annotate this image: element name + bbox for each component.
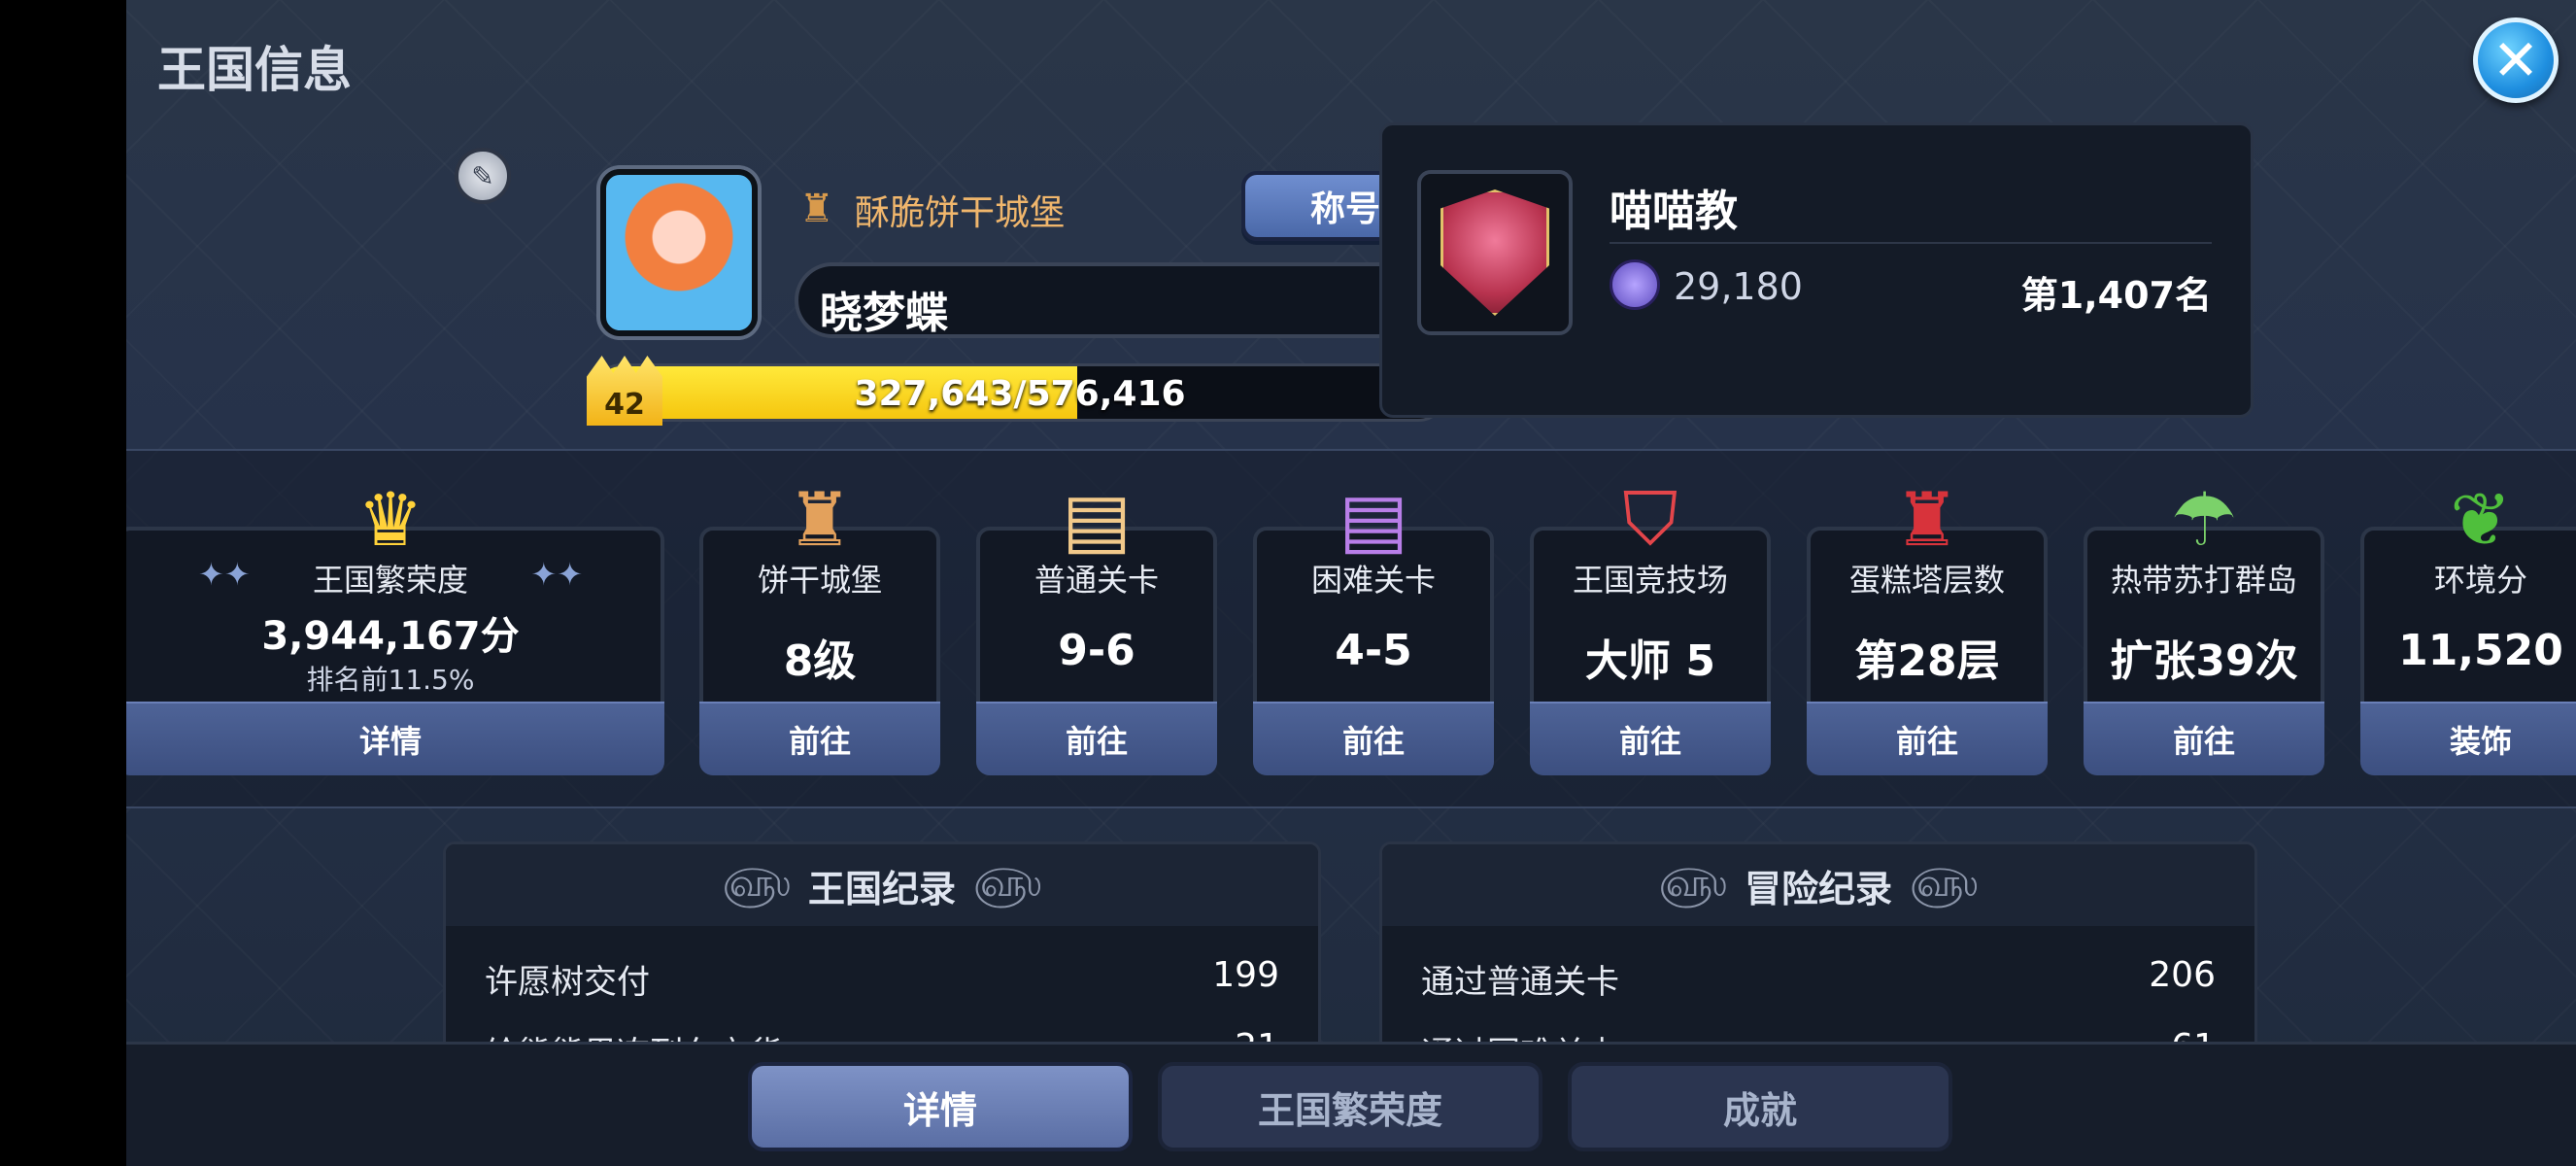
go-button[interactable]: 前往 [1807, 702, 2048, 775]
swirl-icon: ௵ [722, 860, 791, 906]
stat-value: 9-6 [1058, 626, 1135, 675]
stat-card-prosperity: ♛ ✦✦ ✦✦ 王国繁荣度 3,944,167分 排名前11.5% 详情 [126, 476, 664, 775]
record-value: 199 [1212, 955, 1279, 995]
divider [1610, 242, 2212, 244]
player-name-field: 晓梦蝶 ✎ [795, 262, 1447, 338]
stat-title: 普通关卡 [1034, 562, 1159, 599]
stat-value: 8级 [783, 636, 857, 686]
close-button[interactable]: ✕ [2473, 17, 2559, 103]
bottom-tab-bar: 详情 王国繁荣度 成就 [126, 1042, 2576, 1166]
guild-points-icon [1610, 259, 1660, 310]
prosperity-details-button[interactable]: 详情 [126, 702, 664, 775]
record-header: ௵ 冒险纪录 ௵ [1382, 844, 2254, 926]
record-row: 通过普通关卡 206 [1421, 955, 2216, 1004]
go-button[interactable]: 前往 [1530, 702, 1771, 775]
exp-text: 327,643/576,416 [854, 374, 1186, 414]
stat-card-environment: ❦ 环境分 11,520 装饰 [2360, 476, 2576, 775]
record-label: 通过普通关卡 [1421, 963, 1619, 1002]
stat-card-hard-stage: ▤ 困难关卡 4-5 前往 [1253, 476, 1494, 775]
map-icon: ▤ [1062, 475, 1132, 563]
guild-shield-icon [1441, 189, 1549, 316]
stat-title: 王国竞技场 [1572, 562, 1728, 599]
record-header: ௵ 王国纪录 ௵ [446, 844, 1318, 926]
tab-prosperity[interactable]: 王国繁荣度 [1158, 1062, 1542, 1151]
tab-details[interactable]: 详情 [748, 1062, 1133, 1151]
stat-title: 饼干城堡 [757, 562, 882, 599]
kingdom-record-panel: ௵ 王国纪录 ௵ 许愿树交付 199 给熊熊果冻列车交货 21 [443, 841, 1321, 1075]
crown-icon: ♛ [356, 475, 424, 563]
adventure-record-panel: ௵ 冒险纪录 ௵ 通过普通关卡 206 通过困难关卡 61 [1379, 841, 2257, 1075]
stat-value: 第28层 [1854, 636, 2000, 686]
island-icon: ☂ [2170, 475, 2238, 563]
go-button[interactable]: 前往 [976, 702, 1217, 775]
stat-card-tropical-islands: ☂ 热带苏打群岛 扩张39次 前往 [2084, 476, 2324, 775]
record-title: 王国纪录 [807, 867, 956, 910]
castle-name: 酥脆饼干城堡 [855, 193, 1066, 233]
shield-icon: ⛉ [1622, 474, 1678, 562]
record-title: 冒险纪录 [1744, 867, 1892, 910]
guild-panel[interactable]: 喵喵教 29,180 第1,407名 [1379, 122, 2254, 418]
pencil-icon: ✎ [471, 159, 494, 192]
stat-title: 王国繁荣度 [312, 562, 468, 599]
guild-name: 喵喵教 [1610, 187, 1738, 236]
stat-value: 大师 5 [1585, 636, 1715, 686]
avatar-section [474, 169, 762, 340]
stat-card-arena: ⛉ 王国竞技场 大师 5 前往 [1530, 475, 1771, 775]
player-name: 晓梦蝶 [820, 289, 948, 338]
close-icon: ✕ [2491, 27, 2540, 93]
stat-value: 11,520 [2398, 626, 2563, 675]
swirl-icon: ௵ [1910, 860, 1979, 906]
exp-progress-bar: 327,643/576,416 [593, 363, 1447, 422]
stat-sub: 排名前11.5% [306, 664, 475, 696]
kingdom-info-screen: 王国信息 ✕ ✎ ♜ 酥脆饼干城堡 称号 晓梦蝶 ✎ 327,643/576,4… [126, 0, 2576, 1166]
avatar-edit-button[interactable]: ✎ [455, 148, 511, 204]
stat-title: 困难关卡 [1310, 562, 1436, 599]
swirl-icon: ௵ [1658, 860, 1727, 906]
castle-icon: ♜ [799, 187, 834, 231]
map-icon: ▤ [1339, 475, 1408, 563]
sprout-icon: ❦ [2450, 475, 2512, 563]
stat-card-castle: ♜ 饼干城堡 8级 前往 [699, 476, 940, 775]
castle-icon: ♜ [786, 475, 854, 563]
swirl-icon: ௵ [973, 860, 1042, 906]
tab-achievements[interactable]: 成就 [1568, 1062, 1952, 1151]
stat-value: 扩张39次 [2110, 636, 2298, 686]
go-button[interactable]: 前往 [2084, 702, 2324, 775]
tower-icon: ♜ [1893, 475, 1961, 563]
go-button[interactable]: 前往 [1253, 702, 1494, 775]
stat-card-cake-tower: ♜ 蛋糕塔层数 第28层 前往 [1807, 476, 2048, 775]
level-crown-icon: 42 [587, 356, 662, 426]
guild-points: 29,180 [1674, 265, 1803, 308]
stat-title: 环境分 [2433, 562, 2527, 599]
guild-rank: 第1,407名 [2020, 274, 2212, 317]
go-button[interactable]: 前往 [699, 702, 940, 775]
record-label: 许愿树交付 [485, 963, 650, 1002]
stat-title: 蛋糕塔层数 [1848, 562, 2005, 599]
record-value: 206 [2149, 955, 2216, 995]
guild-emblem [1417, 170, 1573, 335]
record-row: 许愿树交付 199 [485, 955, 1279, 1004]
stat-card-normal-stage: ▤ 普通关卡 9-6 前往 [976, 476, 1217, 775]
stat-title: 热带苏打群岛 [2110, 562, 2297, 599]
avatar[interactable] [600, 169, 758, 336]
page-title: 王国信息 [157, 42, 352, 98]
decorate-button[interactable]: 装饰 [2360, 702, 2576, 775]
stat-value: 4-5 [1335, 626, 1412, 675]
stat-value: 3,944,167分 [261, 614, 520, 659]
level-number: 42 [604, 388, 645, 422]
